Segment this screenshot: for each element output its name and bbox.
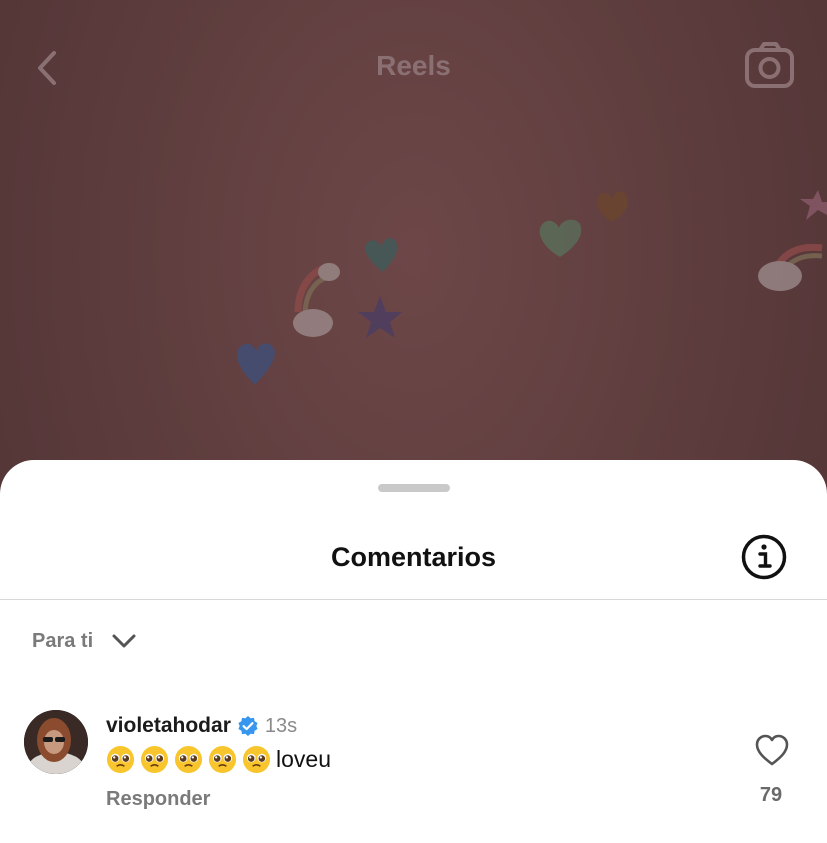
sort-filter-label: Para ti (32, 629, 94, 652)
verified-badge-icon (238, 716, 258, 736)
sort-filter-dropdown[interactable]: Para ti (32, 626, 137, 656)
reply-button[interactable]: Responder (106, 788, 210, 811)
pleading-face-emoji-icon (140, 745, 169, 774)
heart-sticker (596, 191, 628, 222)
drag-handle[interactable] (378, 484, 450, 492)
pleading-face-emoji-icon (208, 745, 237, 774)
rainbow-sticker (293, 263, 340, 337)
star-sticker (358, 296, 402, 338)
info-button[interactable] (740, 533, 788, 581)
heart-sticker (539, 219, 582, 257)
avatar[interactable] (24, 710, 88, 774)
sheet-title: Comentarios (330, 542, 497, 572)
comments-sheet: Comentarios Para ti violetahodar 13s lov… (0, 460, 827, 843)
heart-icon (755, 734, 789, 766)
like-button[interactable] (754, 733, 790, 767)
comment-username[interactable]: violetahodar (106, 714, 231, 738)
info-icon (741, 534, 787, 580)
top-bar: Reels (0, 0, 827, 130)
chevron-down-icon (112, 634, 136, 648)
camera-icon (745, 42, 794, 88)
pleading-face-emoji-icon (174, 745, 203, 774)
rainbow-sticker (758, 243, 823, 291)
pleading-face-emoji-icon (106, 745, 135, 774)
like-count: 79 (759, 784, 783, 806)
comment-text: loveu (276, 746, 331, 772)
pleading-face-emoji-icon (242, 745, 271, 774)
heart-sticker (365, 237, 398, 272)
comment-header: violetahodar 13s (106, 714, 297, 738)
divider (0, 599, 827, 600)
star-sticker (800, 190, 827, 220)
page-title: Reels (376, 50, 451, 81)
camera-button[interactable] (744, 42, 796, 90)
comment-body: loveu (106, 745, 331, 774)
comment-item: violetahodar 13s loveu Responder 79 (0, 708, 827, 838)
heart-sticker (236, 343, 275, 385)
comment-timestamp: 13s (264, 714, 298, 737)
user-avatar-image (24, 710, 88, 774)
